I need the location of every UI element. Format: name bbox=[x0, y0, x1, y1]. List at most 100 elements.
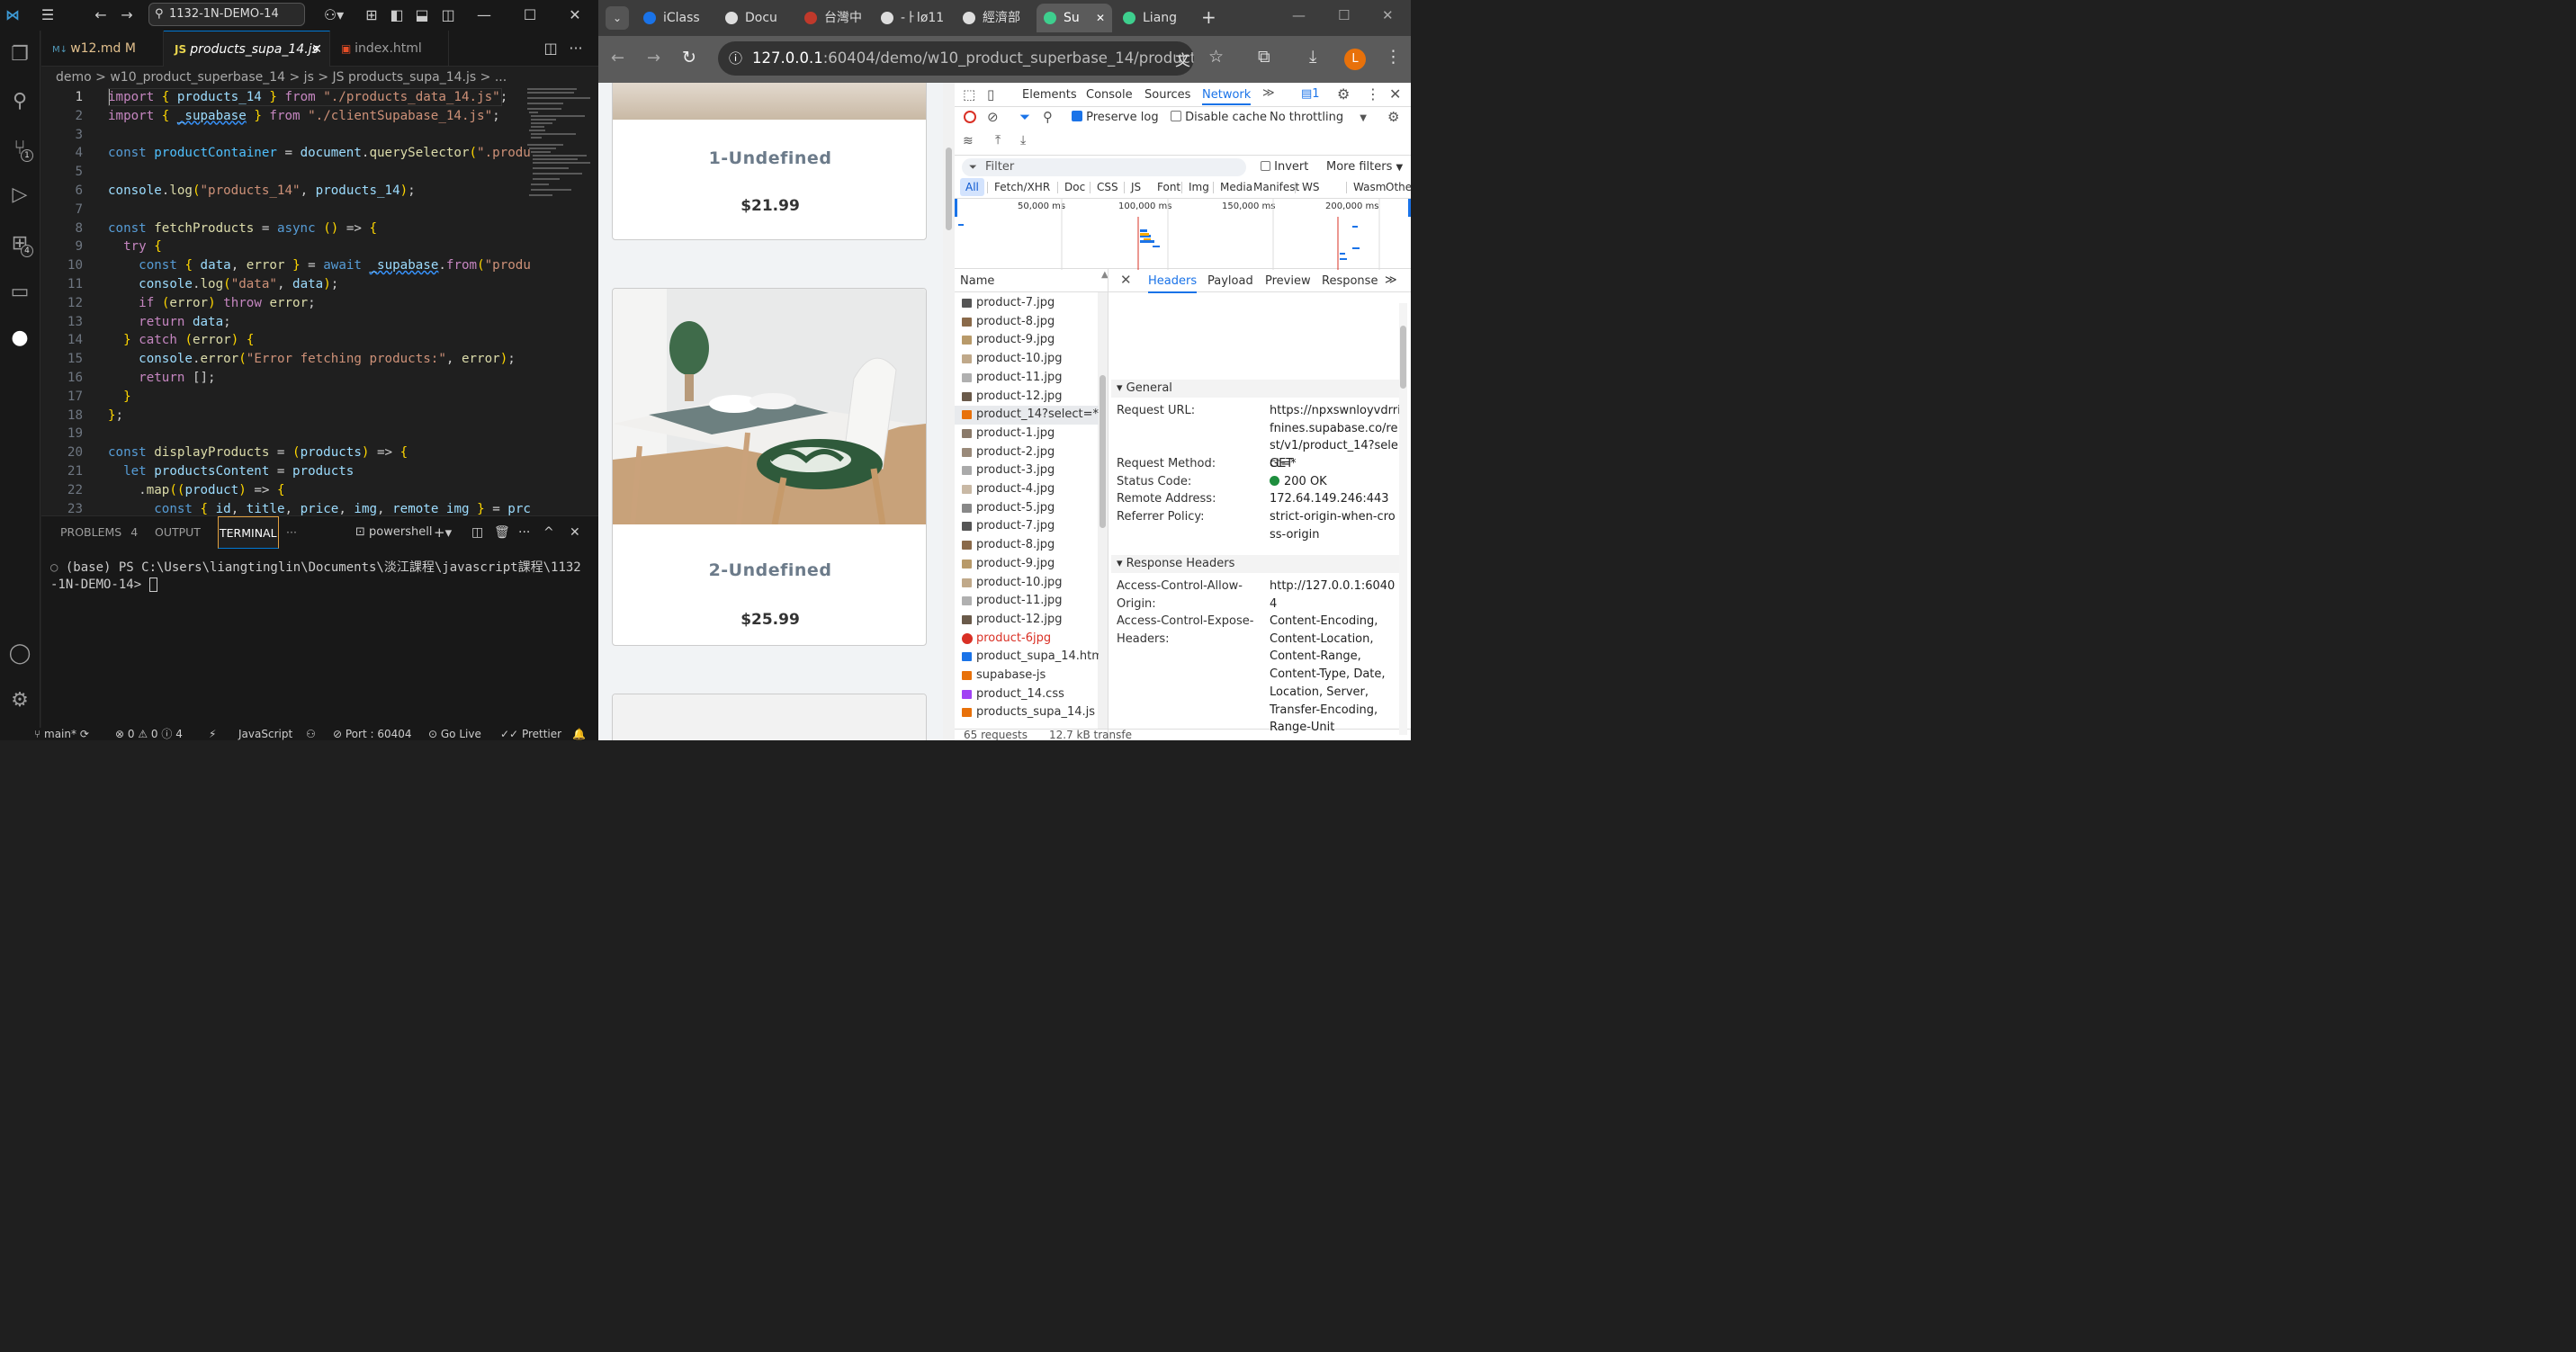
detail-tab-preview[interactable]: Preview bbox=[1265, 274, 1311, 288]
device-toolbar-icon[interactable]: ▯ bbox=[987, 86, 994, 103]
manage-gear-icon[interactable]: ⚙ bbox=[4, 685, 35, 716]
code-line[interactable]: 17 } bbox=[41, 388, 527, 407]
filter-chip[interactable]: Img bbox=[1183, 178, 1215, 196]
notifications-bell-icon[interactable]: 🔔 bbox=[572, 728, 586, 740]
port-status[interactable]: ⊘ Port : 60404 bbox=[333, 728, 412, 740]
split-terminal-icon[interactable]: ◫ bbox=[471, 516, 483, 549]
tab-console[interactable]: Console bbox=[1086, 88, 1133, 102]
issues-badge[interactable]: ▤1 bbox=[1301, 87, 1320, 101]
copilot-status-icon[interactable]: ⚇ bbox=[306, 728, 316, 740]
close-details-icon[interactable]: ✕ bbox=[1120, 272, 1132, 288]
remote-explorer-icon[interactable]: ▭ bbox=[4, 277, 35, 308]
code-line[interactable]: 19 bbox=[41, 425, 527, 443]
menu-icon[interactable]: ☰ bbox=[38, 5, 58, 25]
more-filters-button[interactable]: More filters ▼ bbox=[1326, 160, 1403, 174]
browser-close-icon[interactable]: ✕ bbox=[1382, 7, 1394, 23]
tab-search-icon[interactable]: ⌄ bbox=[606, 6, 629, 30]
run-debug-icon[interactable]: ▷ bbox=[4, 180, 35, 210]
bookmark-star-icon[interactable]: ☆ bbox=[1208, 47, 1224, 67]
clear-icon[interactable]: ⊘ bbox=[987, 109, 999, 125]
filter-funnel-icon[interactable]: ⏷ bbox=[1019, 109, 1030, 125]
accounts-icon[interactable]: ◯ bbox=[4, 639, 35, 669]
breadcrumb[interactable]: demo > w10_product_superbase_14 > js > J… bbox=[41, 67, 598, 88]
import-har-icon[interactable]: ⤒ bbox=[995, 133, 1001, 148]
devtools-more-icon[interactable]: ⋮ bbox=[1366, 85, 1380, 103]
close-panel-icon[interactable]: ✕ bbox=[570, 516, 580, 549]
close-tab-icon[interactable]: ✕ bbox=[311, 31, 322, 67]
detail-tab-response[interactable]: Response bbox=[1322, 274, 1378, 288]
more-actions-icon[interactable]: ··· bbox=[566, 39, 586, 58]
tab-problems[interactable]: PROBLEMS 4 bbox=[60, 516, 138, 549]
detail-tab-payload[interactable]: Payload bbox=[1207, 274, 1253, 288]
language-mode[interactable]: JavaScript bbox=[238, 728, 292, 740]
product-card[interactable]: 1-Undefined $21.99 bbox=[612, 83, 927, 240]
address-bar[interactable]: ⓘ 127.0.0.1:60404/demo/w10_product_super… bbox=[718, 41, 1194, 76]
code-line[interactable]: 7 bbox=[41, 201, 527, 219]
search-icon[interactable]: ⚲ bbox=[4, 86, 35, 117]
kill-terminal-icon[interactable]: 🗑 bbox=[494, 516, 510, 549]
go-live-status[interactable]: ⊙ Go Live bbox=[428, 728, 481, 740]
network-conditions-icon[interactable]: ≋ bbox=[963, 134, 974, 148]
code-editor[interactable]: 1 import { products_14 } from "./products… bbox=[41, 86, 598, 516]
browser-tab[interactable]: -ㅏlø11 bbox=[874, 4, 953, 32]
more-tabs-icon[interactable]: ··· bbox=[286, 516, 297, 549]
copilot-icon[interactable]: ⚇▾ bbox=[319, 5, 348, 25]
record-icon[interactable] bbox=[964, 111, 976, 123]
code-line[interactable]: 15 console.error("Error fetching product… bbox=[41, 350, 527, 369]
browser-maximize-icon[interactable]: ☐ bbox=[1338, 7, 1350, 23]
browser-minimize-icon[interactable]: — bbox=[1292, 7, 1306, 23]
lightning-icon[interactable]: ⚡ bbox=[209, 728, 216, 740]
minimap[interactable] bbox=[527, 86, 595, 203]
minimize-icon[interactable]: — bbox=[474, 5, 494, 25]
filter-chip[interactable]: All bbox=[960, 178, 984, 196]
code-line[interactable]: 20 const displayProducts = (products) => … bbox=[41, 443, 527, 462]
preserve-log-checkbox[interactable]: Preserve log bbox=[1072, 111, 1159, 124]
tab-w12-md[interactable]: M↓ w12.md M bbox=[41, 31, 164, 67]
network-timeline-overview[interactable]: 50,000 ms 100,000 ms 150,000 ms 200,000 … bbox=[955, 198, 1411, 270]
filter-chip[interactable]: Fetch/XHR bbox=[989, 178, 1055, 196]
profile-avatar[interactable]: L bbox=[1344, 49, 1366, 70]
product-card[interactable] bbox=[612, 694, 927, 740]
filter-chip[interactable]: JS bbox=[1126, 178, 1146, 196]
browser-menu-icon[interactable]: ⋮ bbox=[1385, 47, 1402, 67]
code-line[interactable]: 14 } catch (error) { bbox=[41, 331, 527, 350]
code-line[interactable]: 4 const productContainer = document.query… bbox=[41, 144, 530, 163]
tab-network[interactable]: Network bbox=[1202, 88, 1252, 105]
filter-chip[interactable]: Other bbox=[1380, 178, 1411, 196]
reload-icon[interactable]: ↻ bbox=[682, 48, 696, 67]
new-terminal-icon[interactable]: +▾ bbox=[434, 516, 452, 549]
testing-icon[interactable]: ● bbox=[4, 323, 35, 354]
command-center-search[interactable]: ⚲ 1132-1N-DEMO-14 bbox=[148, 3, 305, 26]
scrollbar-thumb[interactable] bbox=[1400, 326, 1406, 389]
tab-output[interactable]: OUTPUT bbox=[155, 516, 201, 549]
browser-tab[interactable]: 經濟部 bbox=[956, 4, 1035, 32]
disable-cache-checkbox[interactable]: Disable cache bbox=[1171, 111, 1267, 124]
filter-chip[interactable]: WS bbox=[1297, 178, 1324, 196]
browser-tab[interactable]: 台灣中 bbox=[797, 4, 871, 32]
throttling-select[interactable]: No throttling ▼ bbox=[1270, 111, 1367, 124]
code-line[interactable]: 10 const { data, error } = await _supaba… bbox=[41, 256, 531, 275]
source-control-icon[interactable]: ⑂ 1 bbox=[4, 133, 35, 164]
details-scrollbar[interactable] bbox=[1399, 303, 1407, 735]
toggle-secondary-sidebar-icon[interactable]: ◫ bbox=[438, 5, 458, 25]
page-scrollbar[interactable] bbox=[943, 83, 955, 740]
code-line[interactable]: 8 const fetchProducts = async () => { bbox=[41, 219, 527, 238]
code-line[interactable]: 11 console.log("data", data); bbox=[41, 275, 527, 294]
translate-icon[interactable]: 文 bbox=[1175, 48, 1190, 70]
tab-elements[interactable]: Elements bbox=[1022, 88, 1077, 102]
prettier-status[interactable]: ✓✓ Prettier bbox=[500, 728, 561, 740]
code-line[interactable]: 13 return data; bbox=[41, 313, 527, 332]
branch-status[interactable]: ⑂ main* ⟳ bbox=[34, 728, 89, 740]
extensions-puzzle-icon[interactable]: ⧉ bbox=[1258, 47, 1270, 67]
tab-index-html[interactable]: ▣ index.html bbox=[330, 31, 449, 67]
close-tab-icon[interactable]: ✕ bbox=[1096, 4, 1105, 32]
code-line[interactable]: 16 return []; bbox=[41, 369, 527, 388]
code-line[interactable]: 5 bbox=[41, 163, 527, 182]
code-line[interactable]: 3 bbox=[41, 126, 527, 145]
close-icon[interactable]: ✕ bbox=[565, 5, 585, 25]
product-card[interactable]: 2-Undefined $25.99 bbox=[612, 288, 927, 646]
tab-sources[interactable]: Sources bbox=[1144, 88, 1190, 102]
code-line[interactable]: 9 try { bbox=[41, 237, 527, 256]
network-settings-icon[interactable]: ⚙ bbox=[1387, 109, 1399, 125]
terminal-shell-selector[interactable]: ⊡ powershell bbox=[355, 516, 432, 549]
